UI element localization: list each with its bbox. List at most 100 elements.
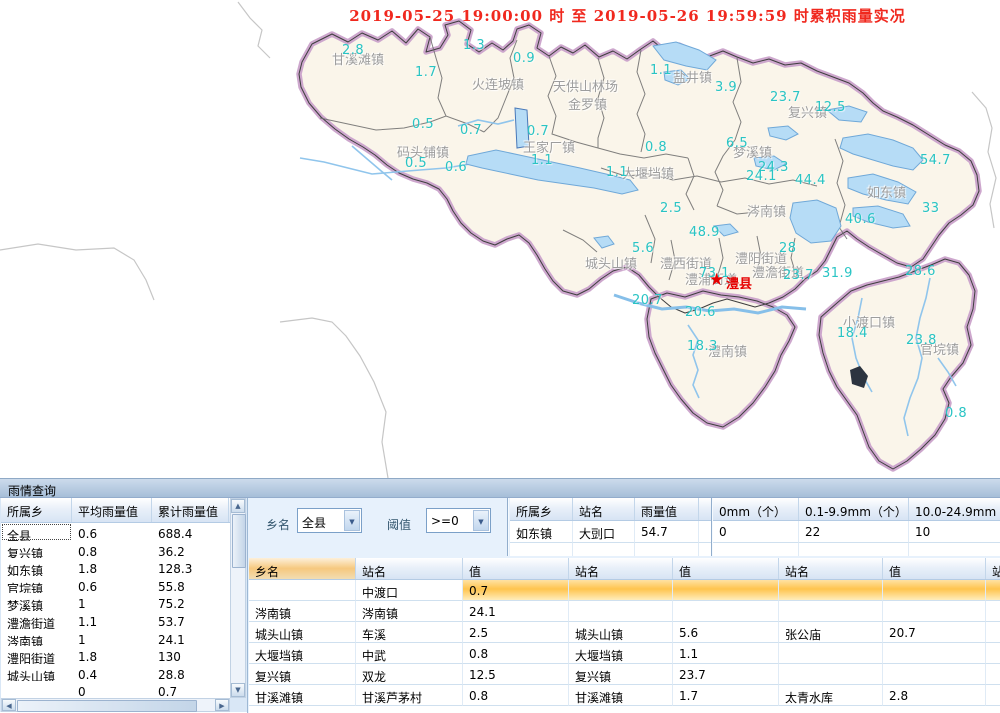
table-row[interactable]: 如东镇大剅口54.7: [510, 521, 712, 543]
table-cell: 75.2: [152, 593, 229, 611]
table-cell: 10: [909, 521, 1000, 543]
station-rain-table: 所属乡站名雨量值如东镇大剅口54.7: [510, 498, 712, 556]
table-cell: 0.6: [72, 523, 152, 541]
table-cell: 1: [72, 629, 152, 647]
table-cell: 涔南镇: [356, 601, 463, 622]
map-rain-value: 0.5: [405, 157, 427, 170]
map-rain-value: 33: [922, 202, 940, 215]
map-rain-value: 31.9: [822, 267, 853, 280]
map-rain-value: 1.7: [415, 66, 437, 79]
table-cell: 130: [152, 646, 229, 664]
table-row[interactable]: [510, 543, 712, 556]
map-rain-value: 2.8: [342, 44, 364, 57]
table-row[interactable]: 梦溪镇175.2: [1, 593, 230, 611]
hscroll-thumb[interactable]: [17, 700, 197, 712]
table-cell: [1, 681, 72, 698]
map-rain-value: 20.6: [685, 306, 716, 319]
table-row[interactable]: 复兴镇0.836.2: [1, 541, 230, 559]
table-row[interactable]: 涔南镇涔南镇24.1: [249, 601, 1000, 622]
column-header[interactable]: 10.0-24.9mm（个）: [909, 498, 1000, 520]
table-row[interactable]: 如东镇1.8128.3: [1, 558, 230, 576]
table-cell: 涔南镇: [249, 601, 356, 622]
column-header[interactable]: 所属乡: [1, 498, 72, 522]
table-row[interactable]: 澧阳街道1.8130: [1, 646, 230, 664]
column-header[interactable]: 平均雨量值: [72, 498, 152, 522]
map-rain-value: 48.9: [689, 226, 720, 239]
table-cell: 24.1: [152, 629, 229, 647]
map-rain-value: 2.5: [660, 202, 682, 215]
table-row[interactable]: 中渡口0.7: [249, 580, 1000, 601]
map-canvas[interactable]: 2019-05-25 19:00:00 时 至 2019-05-26 19:59…: [0, 0, 1000, 478]
summary-hscrollbar[interactable]: ◀ ▶: [1, 698, 230, 712]
table-cell: 12.5: [463, 664, 569, 685]
map-title: 2019-05-25 19:00:00 时 至 2019-05-26 19:59…: [255, 5, 1000, 26]
scroll-right-icon[interactable]: ▶: [215, 699, 229, 711]
vscroll-thumb[interactable]: [232, 514, 246, 568]
county-star-icon: ★: [709, 272, 724, 289]
table-cell: 甘溪滩镇: [249, 685, 356, 706]
town-select[interactable]: 全县 ▼: [297, 508, 362, 533]
table-row[interactable]: [713, 543, 1000, 556]
table-row[interactable]: 甘溪滩镇甘溪芦茅村0.8甘溪滩镇1.7太青水库2.8: [249, 685, 1000, 706]
table-row[interactable]: 澧澹街道1.153.7: [1, 611, 230, 629]
column-header[interactable]: 累计雨量值: [152, 498, 229, 522]
map-town-label: 火连坡镇: [472, 79, 524, 92]
table-row[interactable]: 城头山镇0.428.8: [1, 664, 230, 682]
map-rain-value: 54.7: [920, 154, 951, 167]
column-header[interactable]: 值: [463, 558, 569, 579]
table-row[interactable]: 官垸镇0.655.8: [1, 576, 230, 594]
table-cell: [883, 643, 986, 664]
column-header[interactable]: 站名: [986, 558, 1000, 579]
table-cell: 2.8: [883, 685, 986, 706]
station-values-grid: 乡名站名值站名值站名值站名中渡口0.7涔南镇涔南镇24.1城头山镇车溪2.5城头…: [249, 558, 1000, 713]
map-rain-value: 23.7: [770, 91, 801, 104]
table-cell: 中武: [356, 643, 463, 664]
table-cell: 24.1: [463, 601, 569, 622]
scroll-left-icon[interactable]: ◀: [2, 699, 16, 711]
column-header[interactable]: 站名: [779, 558, 883, 579]
table-row[interactable]: 涔南镇124.1: [1, 629, 230, 647]
column-header[interactable]: 站名: [356, 558, 463, 579]
table-cell: [673, 580, 779, 601]
column-header[interactable]: 0.1-9.9mm（个）: [799, 498, 909, 520]
column-header[interactable]: 值: [673, 558, 779, 579]
scroll-down-icon[interactable]: ▼: [231, 683, 245, 697]
table-row[interactable]: 02210: [713, 521, 1000, 543]
summary-vscrollbar[interactable]: ▲ ▼: [230, 498, 246, 698]
column-header[interactable]: 雨量值: [635, 498, 699, 520]
column-header[interactable]: 所属乡: [510, 498, 573, 520]
chevron-down-icon[interactable]: ▼: [473, 510, 489, 531]
rain-range-stats-table: 0mm（个）0.1-9.9mm（个）10.0-24.9mm（个）02210: [713, 498, 1000, 556]
map-town-label: 天供山林场: [553, 81, 618, 94]
chevron-down-icon[interactable]: ▼: [344, 510, 360, 531]
table-cell: [883, 580, 986, 601]
table-cell: 官垸镇: [1, 576, 72, 594]
table-row[interactable]: 大堰垱镇中武0.8大堰垱镇1.1: [249, 643, 1000, 664]
detail-pane: 乡名 全县 ▼ 阈值 >=0 ▼ 所属乡站名雨量值如东镇大剅口54.7 0mm（…: [247, 498, 1000, 713]
table-cell: 0: [72, 681, 152, 698]
table-cell: 1.1: [673, 643, 779, 664]
table-row[interactable]: 00.7: [1, 681, 230, 698]
map-town-label: 城头山镇: [585, 258, 637, 271]
table-cell: 全县: [1, 523, 72, 541]
table-cell: 1: [72, 593, 152, 611]
column-header[interactable]: 值: [883, 558, 986, 579]
table-cell: 0.7: [463, 580, 569, 601]
map-rain-value: 28: [779, 242, 797, 255]
table-cell: 23.7: [673, 664, 779, 685]
table-row[interactable]: 城头山镇车溪2.5城头山镇5.6张公庙20.7: [249, 622, 1000, 643]
threshold-filter-label: 阈值: [387, 516, 411, 533]
column-header[interactable]: 0mm（个）: [713, 498, 799, 520]
column-header[interactable]: 乡名: [249, 558, 356, 579]
scroll-up-icon[interactable]: ▲: [231, 499, 245, 513]
table-row[interactable]: 复兴镇双龙12.5复兴镇23.7: [249, 664, 1000, 685]
table-cell: [986, 601, 1000, 622]
table-cell: 澧阳街道: [1, 646, 72, 664]
threshold-select[interactable]: >=0 ▼: [426, 508, 491, 533]
table-cell: 甘溪滩镇: [569, 685, 673, 706]
rain-query-panel: 雨情查询 所属乡平均雨量值累计雨量值全县0.6688.4复兴镇0.836.2如东…: [0, 478, 1000, 712]
column-header[interactable]: 站名: [569, 558, 673, 579]
column-header[interactable]: 站名: [573, 498, 635, 520]
table-row[interactable]: 全县0.6688.4: [1, 523, 230, 541]
divider: [507, 498, 509, 556]
